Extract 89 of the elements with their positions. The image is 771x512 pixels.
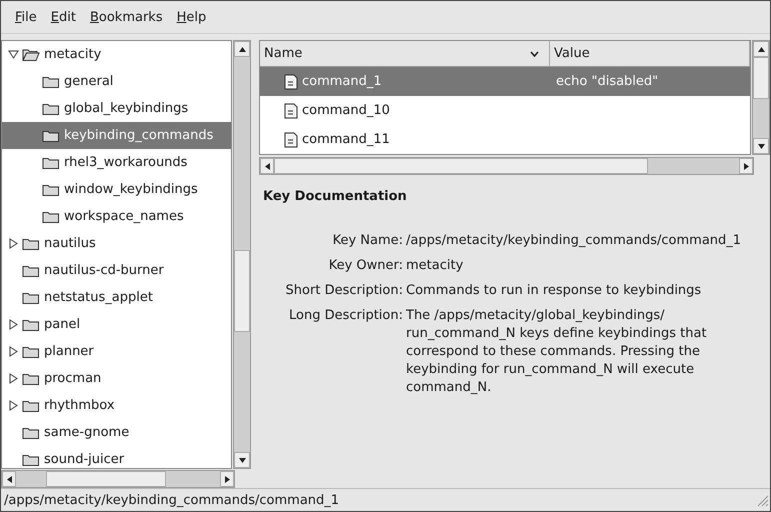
document-icon [284, 74, 298, 90]
scroll-up-button[interactable] [234, 41, 250, 57]
folder-icon [42, 182, 60, 196]
field-value: Commands to run in response to keybindings [406, 282, 702, 300]
folder-icon [22, 344, 40, 358]
tree-item[interactable]: rhythmbox [2, 392, 231, 419]
document-icon [284, 132, 298, 148]
collapsed-arrow-icon[interactable] [8, 400, 19, 411]
menu-item[interactable]: Help [170, 6, 212, 28]
folder-icon [42, 74, 60, 88]
table-cell: command_10 [302, 103, 390, 118]
tree-item[interactable]: keybinding_commands [2, 122, 231, 149]
arrow-up-icon [238, 46, 246, 52]
scroll-right-button[interactable] [220, 471, 234, 487]
scroll-left-button[interactable] [2, 471, 16, 487]
open-folder-icon [22, 48, 40, 62]
arrow-down-icon [758, 144, 764, 148]
scrollbar-thumb[interactable] [753, 57, 769, 99]
scrollbar-thumb[interactable] [234, 250, 250, 332]
column-header[interactable]: Name [260, 41, 550, 66]
arrow-up-icon [758, 46, 764, 52]
folder-icon [22, 372, 40, 386]
field-label: Key Owner: [328, 257, 403, 275]
arrow-left-icon [6, 476, 12, 482]
tree-item[interactable]: procman [2, 365, 231, 392]
tree-item[interactable]: global_keybindings [2, 95, 231, 122]
table-row[interactable]: command_1 echo "disabled" [260, 67, 750, 96]
table-cell: command_1 [302, 74, 382, 89]
tree-item[interactable]: rhel3_workarounds [2, 149, 231, 176]
table-row[interactable]: command_11 [260, 125, 750, 154]
tree-item[interactable]: netstatus_applet [2, 284, 231, 311]
scroll-up-button[interactable] [753, 41, 769, 57]
folder-icon [22, 290, 40, 304]
table-cell: command_11 [302, 132, 390, 147]
tree-item[interactable]: metacity [2, 41, 231, 68]
collapsed-arrow-icon[interactable] [8, 238, 19, 249]
vertical-scrollbar[interactable] [752, 40, 770, 155]
folder-icon [22, 426, 40, 440]
table-row[interactable]: command_10 [260, 96, 750, 125]
folder-icon [22, 264, 40, 278]
status-text: /apps/metacity/keybinding_commands/command_1 [4, 492, 340, 508]
tree-item[interactable]: panel [2, 311, 231, 338]
resize-grip-icon[interactable] [755, 493, 769, 507]
vertical-scrollbar[interactable] [233, 40, 251, 469]
menu-item[interactable]: Edit [44, 6, 82, 28]
document-icon [284, 102, 298, 118]
arrow-right-icon [224, 476, 230, 482]
collapsed-arrow-icon[interactable] [8, 373, 19, 384]
field-label: Long Description: [288, 307, 403, 325]
horizontal-scrollbar[interactable] [259, 157, 754, 175]
scroll-left-button[interactable] [260, 158, 274, 174]
table-cell: echo "disabled" [556, 74, 658, 89]
arrow-left-icon [264, 162, 270, 170]
folder-icon [42, 102, 60, 116]
tree-item[interactable]: workspace_names [2, 203, 231, 230]
tree-item[interactable]: planner [2, 338, 231, 365]
field-value: metacity [406, 257, 464, 275]
tree-item[interactable]: nautilus [2, 230, 231, 257]
arrow-right-icon [744, 162, 748, 170]
scroll-down-button[interactable] [753, 138, 769, 154]
folder-icon [22, 236, 40, 250]
folder-icon [22, 398, 40, 412]
menu-item[interactable]: File [9, 6, 43, 28]
arrow-down-icon [238, 458, 246, 462]
tree-item[interactable]: same-gnome [2, 419, 231, 446]
tree-item[interactable]: sound-juicer [2, 446, 231, 468]
tree-item[interactable]: nautilus-cd-burner [2, 257, 231, 284]
expanded-arrow-icon[interactable] [8, 49, 19, 60]
section-heading: Key Documentation [263, 189, 408, 204]
folder-icon [22, 318, 40, 332]
field-value: The /apps/metacity/global_keybindings/ run_command_N keys define keybindings that correspond to these commands. Pressing the keybinding for run_command_N will execute command_N. [406, 307, 708, 397]
tree-item[interactable]: window_keybindings [2, 176, 231, 203]
field-value: /apps/metacity/keybinding_commands/command_1 [406, 232, 742, 250]
scroll-down-button[interactable] [234, 452, 250, 468]
tree-item[interactable]: general [2, 68, 231, 95]
horizontal-scrollbar[interactable] [1, 470, 235, 488]
field-label: Key Name: [332, 232, 403, 250]
field-label: Short Description: [284, 282, 403, 300]
collapsed-arrow-icon[interactable] [8, 346, 19, 357]
scrollbar-thumb[interactable] [274, 158, 648, 174]
folder-icon [42, 156, 60, 170]
folder-icon [42, 210, 60, 224]
scroll-right-button[interactable] [739, 158, 753, 174]
menu-item[interactable]: Bookmarks [84, 6, 169, 28]
collapsed-arrow-icon[interactable] [8, 319, 19, 330]
column-header[interactable]: Value [550, 41, 750, 66]
folder-icon [22, 452, 40, 466]
folder-icon [42, 128, 60, 142]
scrollbar-thumb[interactable] [46, 471, 166, 487]
